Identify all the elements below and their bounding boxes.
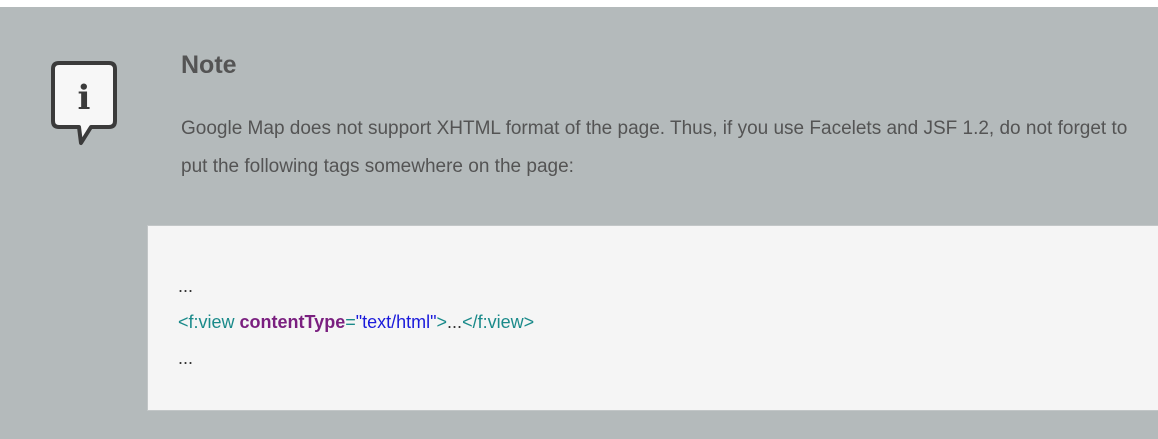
- code-equals: =: [345, 312, 356, 332]
- code-line-3: ...: [178, 348, 194, 368]
- code-end-tag: </f:view>: [462, 312, 535, 332]
- code-line-2: <f:view contentType="text/html">...</f:v…: [178, 312, 534, 333]
- code-open-tag: <f:view: [178, 312, 240, 332]
- info-icon: i: [51, 61, 117, 145]
- info-icon-letter: i: [78, 78, 91, 118]
- code-attr-value: "text/html": [355, 312, 437, 332]
- code-block: ... <f:view contentType="text/html">...<…: [147, 225, 1158, 411]
- note-title: Note: [181, 51, 237, 79]
- code-close-bracket: >: [436, 312, 448, 332]
- note-text: Google Map does not support XHTML format…: [181, 118, 1128, 177]
- note-admonition: i Note Google Map does not support XHTML…: [0, 7, 1158, 439]
- code-line-1: ...: [178, 276, 194, 296]
- code-content: ...: [447, 312, 463, 332]
- code-attr-name: contentType: [239, 312, 346, 332]
